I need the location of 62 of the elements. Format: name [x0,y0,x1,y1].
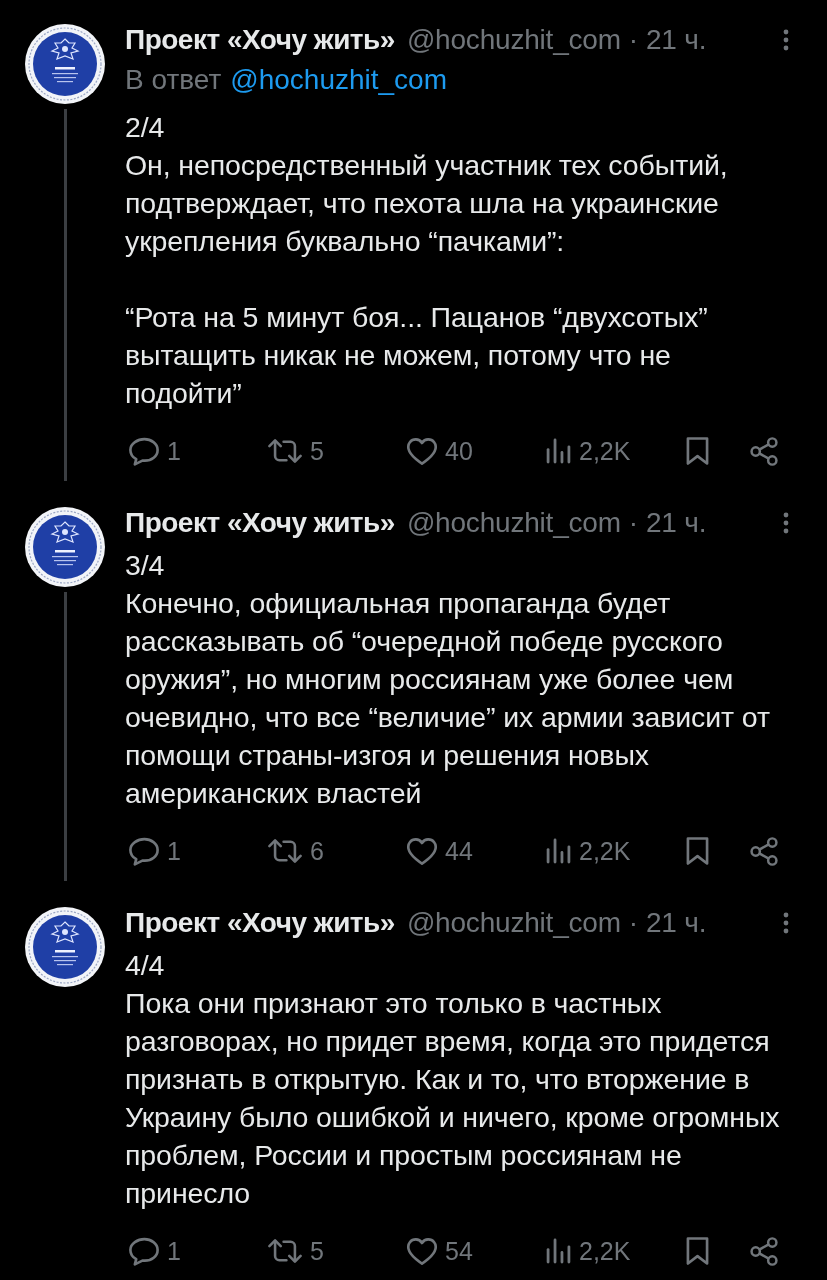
share-icon [749,436,779,466]
speech-bubble-icon [129,836,159,866]
like-button[interactable]: 54 [407,1236,546,1266]
post-text: 2/4 Он, непосредственный участник тех событий, подтверждает, что пехота шла на украинские укрепления буквально “пачками”: “Рота на 5 минут боя... Пацанов “двухсотых” вытащить никак не можем, потому что не подойти” [125,110,729,411]
post-text: 4/4 Пока они признают это только в частных разговорах, но придет время, когда это придется признать в открытую. Как и то, что вторжение в Украину было ошибкой и ничего, кроме огромных проблем, России и простым россиянам не принесло [125,948,781,1211]
author-name[interactable]: Проект «Хочу жить» [125,22,395,58]
reply-button[interactable]: 1 [129,436,268,466]
reply-button[interactable]: 1 [129,1236,268,1266]
views-button[interactable]: 2,2K [546,436,685,466]
more-icon [783,512,789,534]
reply-to-label: В ответ [125,63,222,97]
post-time: 21 ч. [645,23,707,57]
emblem-avatar-icon[interactable] [24,506,106,588]
bookmark-button[interactable] [685,437,710,465]
share-button[interactable] [749,436,779,466]
separator-dot: · [628,506,638,540]
heart-icon [407,436,437,466]
reply-handle-link[interactable]: @hochuzhit_com [230,62,448,98]
speech-bubble-icon [129,436,159,466]
separator-dot: · [628,23,638,57]
bookmark-icon [685,437,710,465]
heart-icon [407,1236,437,1266]
bookmark-button[interactable] [685,1237,710,1265]
repost-button[interactable]: 5 [268,436,407,466]
like-button[interactable]: 40 [407,436,546,466]
bookmark-button[interactable] [685,837,710,865]
more-button[interactable] [783,912,789,934]
post-time: 21 ч. [645,906,707,940]
bar-chart-icon [546,837,571,865]
author-name[interactable]: Проект «Хочу жить» [125,505,395,541]
repost-arrows-icon [268,1238,302,1264]
repost-arrows-icon [268,438,302,464]
separator-dot: · [628,906,638,940]
author-handle[interactable]: @hochuzhit_com [406,905,621,941]
views-button[interactable]: 2,2K [546,1236,685,1266]
bar-chart-icon [546,1237,571,1265]
share-button[interactable] [749,1236,779,1266]
more-icon [783,29,789,51]
bookmark-icon [685,837,710,865]
more-button[interactable] [783,29,789,51]
repost-button[interactable]: 6 [268,836,407,866]
like-button[interactable]: 44 [407,836,546,866]
more-icon [783,912,789,934]
author-handle[interactable]: @hochuzhit_com [406,22,621,58]
reply-button[interactable]: 1 [129,836,268,866]
heart-icon [407,836,437,866]
share-icon [749,836,779,866]
speech-bubble-icon [129,1236,159,1266]
repost-button[interactable]: 5 [268,1236,407,1266]
share-icon [749,1236,779,1266]
repost-arrows-icon [268,838,302,864]
more-button[interactable] [783,512,789,534]
emblem-avatar-icon[interactable] [24,23,106,105]
author-name[interactable]: Проект «Хочу жить» [125,905,395,941]
author-handle[interactable]: @hochuzhit_com [406,505,621,541]
emblem-avatar-icon[interactable] [24,906,106,988]
bar-chart-icon [546,437,571,465]
bookmark-icon [685,1237,710,1265]
share-button[interactable] [749,836,779,866]
views-button[interactable]: 2,2K [546,836,685,866]
post-text: 3/4 Конечно, официальная пропаганда будет рассказывать об “очередной победе русского оружия”, но многим россиянам уже более чем очевидно, что все “величие” их армии зависит от помощи страны-изгоя и решения новых американских властей [125,548,771,811]
post-time: 21 ч. [645,506,707,540]
